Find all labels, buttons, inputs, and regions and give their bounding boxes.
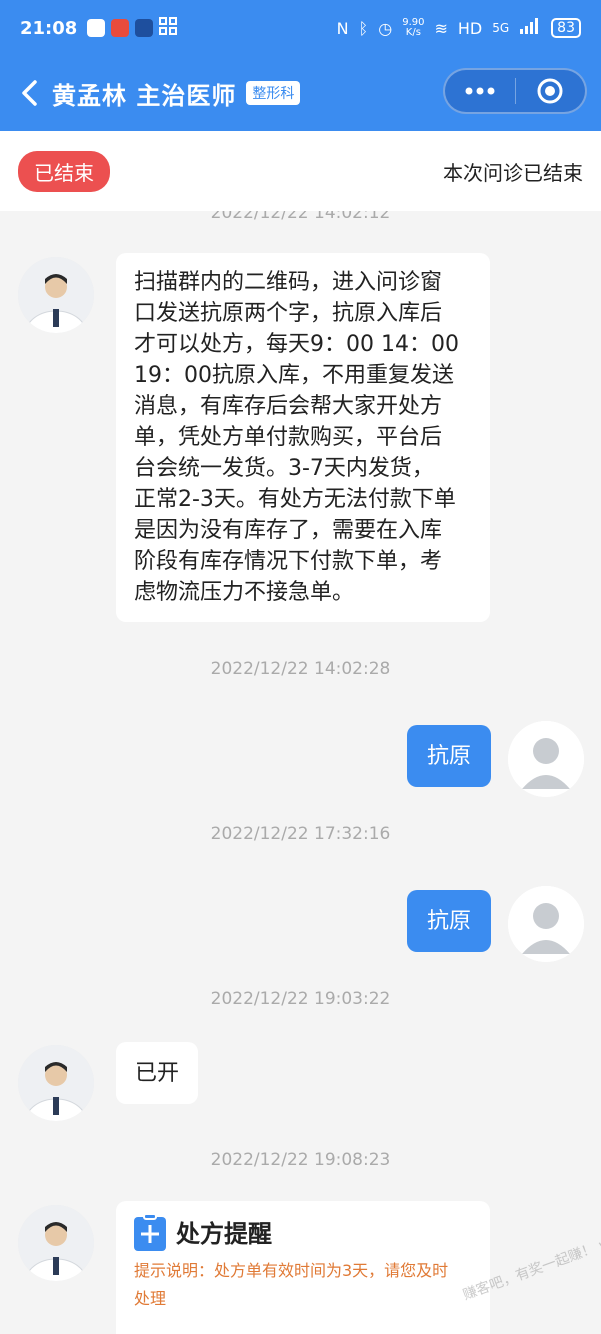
doctor-message-bubble[interactable]: 已开 (116, 1042, 198, 1104)
app-icon (135, 19, 154, 37)
hd-label: HD (457, 18, 483, 38)
app-icon (111, 19, 130, 37)
timestamp: 2022/12/22 19:03:22 (210, 989, 391, 1009)
user-placeholder-icon (508, 886, 584, 962)
back-button[interactable] (6, 70, 52, 116)
battery-indicator: 83 (551, 18, 581, 38)
patient-avatar[interactable] (508, 721, 584, 797)
bluetooth-icon: ᛒ (358, 18, 369, 38)
department-badge: 整形科 (246, 81, 301, 105)
ended-badge: 已结束 (18, 150, 110, 192)
signal-label: 5G (492, 21, 510, 35)
close-program-button[interactable] (516, 70, 586, 112)
ended-text: 本次问诊已结束 (443, 160, 583, 185)
signal-icon (519, 17, 541, 39)
doctor-message-bubble[interactable]: 扫描群内的二维码，进入问诊窗 口发送抗原两个字，抗原入库后 才可以处方，每天9：… (116, 253, 490, 622)
patient-message-bubble[interactable]: 抗原 (407, 890, 491, 952)
mini-program-capsule (443, 68, 587, 114)
patient-avatar[interactable] (508, 886, 584, 962)
card-title: 处方提醒 (176, 1219, 272, 1248)
timestamp: 2022/12/22 17:32:16 (210, 824, 391, 844)
grid-icon (159, 16, 178, 40)
timestamp: 2022/12/22 19:08:23 (210, 1150, 391, 1170)
card-header: 处方提醒 (134, 1213, 472, 1251)
prescription-plus-icon (134, 1213, 166, 1251)
doctor-avatar[interactable] (18, 1045, 94, 1121)
status-bar: 21:08 N ᛒ ◷ 9.90 K/s ≋ HD 5G 83 (0, 0, 601, 56)
doctor-title: 黄孟林 主治医师 (52, 81, 237, 110)
top-header: 21:08 N ᛒ ◷ 9.90 K/s ≋ HD 5G 83 黄孟林 主治医师… (0, 0, 601, 131)
nav-bar: 黄孟林 主治医师 整形科 (0, 60, 601, 126)
nfc-icon: N (336, 18, 349, 38)
doctor-avatar[interactable] (18, 1205, 94, 1281)
wifi-icon: ≋ (434, 18, 448, 38)
prescription-card[interactable]: 处方提醒 提示说明：处方单有效时间为3天，请您及时 处理 (116, 1201, 490, 1334)
notification-icons (87, 16, 178, 40)
patient-message-bubble[interactable]: 抗原 (407, 725, 491, 787)
app-icon (87, 19, 106, 37)
card-note: 提示说明：处方单有效时间为3天，请您及时 处理 (134, 1261, 449, 1308)
chat-area[interactable]: 2022/12/22 14:02:12 扫描群内的二维码，进入问诊窗 口发送抗原… (0, 211, 601, 1334)
doctor-avatar[interactable] (18, 257, 94, 333)
user-placeholder-icon (508, 721, 584, 797)
consult-status-bar: 已结束 本次问诊已结束 (0, 131, 601, 211)
alarm-icon: ◷ (378, 18, 393, 38)
timestamp: 2022/12/22 14:02:28 (210, 659, 391, 679)
timestamp: 2022/12/22 14:02:12 (210, 211, 391, 223)
more-button[interactable] (445, 70, 515, 112)
status-right: N ᛒ ◷ 9.90 K/s ≋ HD 5G 83 (337, 17, 581, 39)
net-speed: 9.90 K/s (402, 17, 425, 38)
chevron-left-icon (22, 80, 37, 106)
target-circle-icon (537, 78, 563, 104)
status-time: 21:08 (20, 17, 78, 39)
more-dots-icon (465, 87, 495, 95)
